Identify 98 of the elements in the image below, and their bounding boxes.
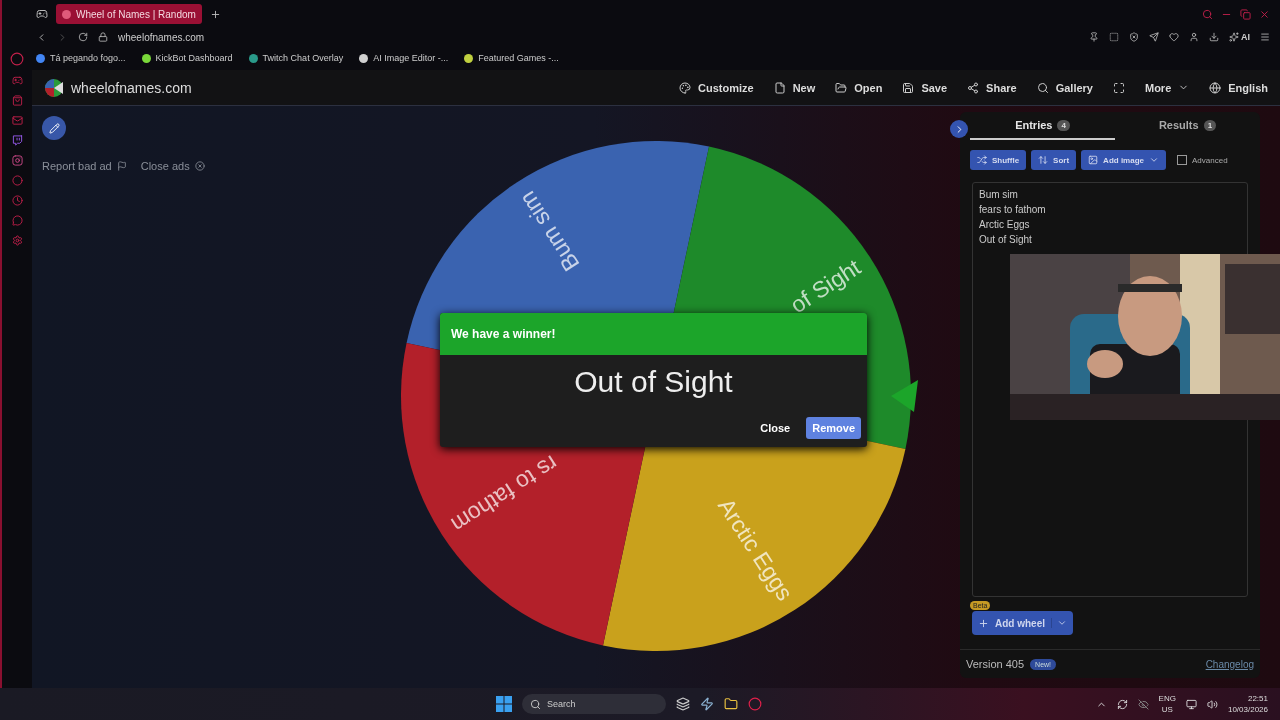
user-icon[interactable] bbox=[1189, 32, 1199, 42]
reload-icon[interactable] bbox=[78, 32, 88, 42]
language-indicator[interactable]: ENG US bbox=[1158, 693, 1176, 715]
collapse-button[interactable] bbox=[950, 120, 968, 138]
close-ads-link[interactable]: Close ads bbox=[140, 160, 205, 172]
dialog-title: We have a winner! bbox=[440, 313, 867, 355]
version-text: Version 405 bbox=[966, 658, 1025, 670]
search-icon[interactable] bbox=[1202, 8, 1213, 20]
add-wheel-button[interactable]: Add wheel bbox=[972, 611, 1073, 635]
menu-item[interactable]: Customize bbox=[679, 81, 754, 94]
panel-tab[interactable]: Entries 4 bbox=[970, 112, 1115, 140]
folder-icon[interactable] bbox=[724, 697, 738, 711]
restore-icon[interactable] bbox=[1240, 8, 1251, 20]
winner-name: Out of Sight bbox=[573, 365, 734, 399]
settings-icon[interactable] bbox=[11, 235, 23, 246]
tool-button[interactable]: Sort bbox=[1031, 150, 1077, 170]
language-menu[interactable]: English bbox=[1209, 81, 1268, 94]
browser-tab[interactable]: Wheel of Names | Random bbox=[56, 4, 202, 24]
flag-icon bbox=[116, 161, 127, 171]
favicon-icon bbox=[36, 53, 45, 63]
lock-icon[interactable] bbox=[98, 32, 108, 42]
globe-icon bbox=[1209, 81, 1222, 94]
close-icon bbox=[194, 161, 205, 171]
logo-icon bbox=[44, 77, 64, 98]
search-field[interactable]: Search bbox=[522, 694, 666, 714]
entry-text: fears to fathom bbox=[979, 204, 1047, 216]
menu-item[interactable]: New bbox=[773, 81, 816, 94]
sort-icon bbox=[1038, 155, 1049, 165]
bookmark[interactable]: Tá pegando fogo... bbox=[36, 53, 126, 63]
site-name[interactable]: wheelofnames.com bbox=[71, 79, 192, 96]
pointer-icon bbox=[891, 380, 918, 412]
bookmark[interactable]: AI Image Editor -... bbox=[359, 53, 449, 63]
circle-icon[interactable] bbox=[11, 175, 23, 186]
message-icon[interactable] bbox=[11, 215, 23, 226]
clock-icon[interactable] bbox=[11, 195, 23, 206]
menu-item[interactable]: Share bbox=[967, 81, 1017, 94]
twitch-icon[interactable] bbox=[11, 135, 23, 146]
favicon-icon bbox=[359, 53, 369, 63]
browser-logo-icon[interactable] bbox=[10, 52, 24, 66]
start-icon[interactable] bbox=[496, 696, 512, 712]
favicon-icon bbox=[62, 9, 71, 19]
plus-icon bbox=[978, 617, 989, 629]
bag-icon[interactable] bbox=[11, 95, 23, 106]
share-icon bbox=[967, 81, 980, 94]
ai-button[interactable]: AI bbox=[1229, 32, 1250, 42]
edit-button[interactable] bbox=[42, 116, 66, 140]
menu-icon[interactable] bbox=[1260, 32, 1270, 42]
panel-tab[interactable]: Results 1 bbox=[1115, 112, 1260, 140]
shield-icon[interactable] bbox=[1129, 32, 1139, 42]
sync-icon[interactable] bbox=[1116, 698, 1128, 710]
search-icon bbox=[530, 698, 541, 710]
heart-icon[interactable] bbox=[1169, 32, 1179, 42]
folder-icon bbox=[835, 81, 848, 94]
changelog-link[interactable]: Changelog bbox=[1205, 658, 1254, 670]
bookmark[interactable]: KickBot Dashboard bbox=[141, 53, 233, 63]
close-icon[interactable] bbox=[1259, 8, 1270, 20]
image-icon bbox=[1088, 155, 1099, 165]
entry-text: Bum sim bbox=[979, 189, 1019, 201]
favicon-icon bbox=[248, 53, 258, 63]
network-icon[interactable] bbox=[1185, 698, 1197, 710]
palette-icon bbox=[679, 81, 691, 94]
fullscreen-icon[interactable] bbox=[1113, 81, 1125, 94]
task-view-icon[interactable] bbox=[676, 697, 690, 711]
entry-text: Arctic Eggs bbox=[979, 219, 1031, 231]
tool-button[interactable]: Add image bbox=[1081, 150, 1166, 170]
advanced-checkbox[interactable]: Advanced bbox=[1177, 155, 1228, 165]
instagram-icon[interactable] bbox=[11, 155, 23, 166]
download-icon[interactable] bbox=[1209, 32, 1219, 42]
more-menu[interactable]: More bbox=[1145, 81, 1190, 94]
pin-icon[interactable] bbox=[1089, 32, 1099, 42]
save-icon bbox=[902, 81, 915, 94]
shuffle-icon bbox=[977, 155, 987, 165]
bookmark[interactable]: Twitch Chat Overlay bbox=[248, 53, 344, 63]
report-ad-link[interactable]: Report bad ad bbox=[42, 160, 127, 172]
address-field[interactable]: wheelofnames.com bbox=[118, 31, 205, 43]
volume-icon[interactable] bbox=[1206, 698, 1218, 710]
pencil-icon bbox=[48, 122, 60, 134]
send-icon[interactable] bbox=[1149, 32, 1159, 42]
sparkles-icon bbox=[1229, 32, 1239, 42]
search-icon bbox=[1036, 81, 1049, 94]
remove-button[interactable]: Remove bbox=[806, 417, 861, 439]
favicon-icon bbox=[464, 53, 474, 63]
hidden-icon[interactable] bbox=[1137, 698, 1149, 710]
close-button[interactable]: Close bbox=[754, 417, 797, 439]
favicon-icon bbox=[141, 53, 151, 63]
menu-item[interactable]: Open bbox=[835, 81, 883, 94]
bookmark[interactable]: Featured Games -... bbox=[464, 53, 559, 63]
clock[interactable]: 22:51 10/03/2026 bbox=[1227, 693, 1268, 715]
entry-text: Out of Sight bbox=[979, 234, 1033, 246]
gamepad-icon[interactable] bbox=[36, 8, 48, 20]
caret-icon bbox=[1057, 618, 1067, 628]
mail-icon[interactable] bbox=[11, 115, 23, 126]
file-icon bbox=[773, 81, 786, 94]
new-tab-icon[interactable] bbox=[209, 8, 221, 20]
menu-item[interactable]: Save bbox=[902, 81, 948, 94]
caret-icon bbox=[1149, 155, 1159, 165]
menu-item[interactable]: Gallery bbox=[1036, 81, 1093, 94]
tool-button[interactable]: Shuffle bbox=[970, 150, 1027, 170]
